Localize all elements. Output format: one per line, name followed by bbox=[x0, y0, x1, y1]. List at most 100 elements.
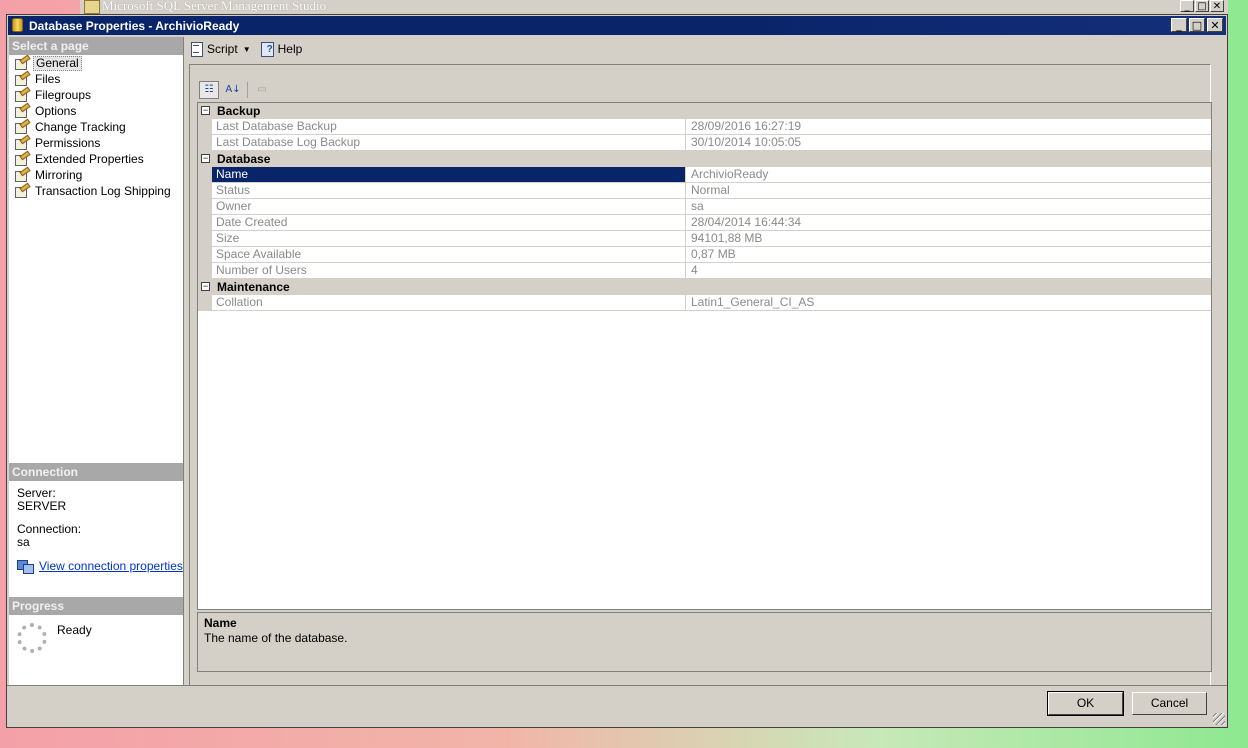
property-row[interactable]: Date Created 28/04/2014 16:44:34 bbox=[198, 215, 1211, 231]
property-value[interactable]: 94101,88 MB bbox=[687, 231, 762, 246]
property-value[interactable]: 0,87 MB bbox=[687, 247, 736, 262]
parent-close-button[interactable]: ✕ bbox=[1210, 0, 1224, 12]
property-name[interactable]: Status bbox=[212, 183, 686, 198]
progress-spinner-icon bbox=[17, 623, 47, 653]
property-row[interactable]: Size 94101,88 MB bbox=[198, 231, 1211, 247]
category-row-backup[interactable]: − Backup bbox=[198, 103, 1211, 119]
category-row-maintenance[interactable]: − Maintenance bbox=[198, 279, 1211, 295]
dialog-titlebar[interactable]: Database Properties - ArchivioReady _ □ … bbox=[8, 16, 1226, 35]
connection-properties-icon bbox=[17, 559, 34, 574]
property-value[interactable]: Normal bbox=[687, 183, 730, 198]
parent-window-titlebar: Microsoft SQL Server Management Studio _… bbox=[80, 0, 1228, 15]
row-gutter bbox=[198, 119, 212, 135]
property-value[interactable]: Latin1_General_CI_AS bbox=[687, 295, 814, 310]
parent-minimize-button[interactable]: _ bbox=[1180, 0, 1194, 12]
collapse-toggle-icon[interactable]: − bbox=[201, 154, 210, 163]
page-icon bbox=[15, 153, 29, 166]
page-item-label: Files bbox=[35, 72, 61, 86]
database-icon bbox=[12, 18, 23, 32]
page-item-label: Change Tracking bbox=[35, 120, 126, 134]
property-value[interactable]: 30/10/2014 10:05:05 bbox=[687, 135, 801, 150]
property-value[interactable]: 4 bbox=[687, 263, 698, 278]
page-item-label: Filegroups bbox=[35, 88, 92, 102]
server-value: SERVER bbox=[17, 499, 67, 513]
property-name[interactable]: Name bbox=[212, 167, 686, 182]
property-row[interactable]: Owner sa bbox=[198, 199, 1211, 215]
page-item-general[interactable]: General bbox=[13, 55, 173, 71]
property-value[interactable]: 28/09/2016 16:27:19 bbox=[687, 119, 801, 134]
page-icon bbox=[15, 121, 29, 134]
categorized-view-icon[interactable]: ☷ bbox=[199, 81, 219, 99]
property-value[interactable]: sa bbox=[687, 199, 704, 214]
page-item-change-tracking[interactable]: Change Tracking bbox=[13, 119, 173, 135]
property-row[interactable]: Name ArchivioReady bbox=[198, 167, 1211, 183]
ok-button[interactable]: OK bbox=[1047, 691, 1124, 716]
property-name[interactable]: Space Available bbox=[212, 247, 686, 262]
page-item-options[interactable]: Options bbox=[13, 103, 173, 119]
property-row[interactable]: Collation Latin1_General_CI_AS bbox=[198, 295, 1211, 311]
minimize-button[interactable]: _ bbox=[1171, 18, 1187, 32]
page-item-label: Permissions bbox=[35, 136, 101, 150]
page-list: General Files Filegroups Options Change Trac… bbox=[13, 55, 173, 199]
alphabetical-sort-icon[interactable]: A↓ bbox=[223, 81, 243, 99]
help-button[interactable]: Help bbox=[258, 39, 306, 59]
property-value[interactable]: ArchivioReady bbox=[687, 167, 768, 182]
row-gutter bbox=[198, 215, 212, 231]
property-name[interactable]: Owner bbox=[212, 199, 686, 214]
parent-window-title: Microsoft SQL Server Management Studio bbox=[102, 0, 327, 13]
page-item-permissions[interactable]: Permissions bbox=[13, 135, 173, 151]
description-title: Name bbox=[204, 616, 237, 630]
property-name[interactable]: Size bbox=[212, 231, 686, 246]
collapse-toggle-icon[interactable]: − bbox=[201, 106, 210, 115]
progress-header: Progress bbox=[9, 597, 183, 615]
page-item-filegroups[interactable]: Filegroups bbox=[13, 87, 173, 103]
dialog-title: Database Properties - ArchivioReady bbox=[29, 19, 240, 33]
property-name[interactable]: Last Database Backup bbox=[212, 119, 686, 134]
property-row[interactable]: Last Database Backup 28/09/2016 16:27:19 bbox=[198, 119, 1211, 135]
property-row[interactable]: Status Normal bbox=[198, 183, 1211, 199]
page-item-transaction-log-shipping[interactable]: Transaction Log Shipping bbox=[13, 183, 173, 199]
parent-maximize-button[interactable]: □ bbox=[1195, 0, 1209, 12]
property-grid: − Backup Last Database Backup 28/09/2016 16… bbox=[197, 102, 1212, 610]
property-row[interactable]: Last Database Log Backup 30/10/2014 10:05… bbox=[198, 135, 1211, 151]
close-button[interactable]: ✕ bbox=[1207, 18, 1223, 32]
page-item-mirroring[interactable]: Mirroring bbox=[13, 167, 173, 183]
description-pane: Name The name of the database. bbox=[197, 612, 1212, 672]
cancel-button[interactable]: Cancel bbox=[1132, 692, 1207, 715]
help-icon bbox=[260, 42, 275, 57]
property-pages-icon[interactable]: ▭ bbox=[252, 81, 272, 99]
category-row-database[interactable]: − Database bbox=[198, 151, 1211, 167]
page-item-extended-properties[interactable]: Extended Properties bbox=[13, 151, 173, 167]
database-properties-dialog: Database Properties - ArchivioReady _ □ … bbox=[6, 14, 1228, 728]
row-gutter bbox=[198, 295, 212, 311]
view-connection-properties-link[interactable]: View connection properties bbox=[39, 559, 183, 573]
property-name[interactable]: Date Created bbox=[212, 215, 686, 230]
row-gutter bbox=[198, 247, 212, 263]
row-gutter bbox=[198, 263, 212, 279]
page-item-files[interactable]: Files bbox=[13, 71, 173, 87]
row-gutter bbox=[198, 183, 212, 199]
property-value[interactable]: 28/04/2014 16:44:34 bbox=[687, 215, 801, 230]
select-page-header: Select a page bbox=[9, 37, 183, 55]
dropdown-arrow-icon[interactable]: ▼ bbox=[243, 45, 251, 54]
progress-status: Ready bbox=[57, 623, 92, 637]
property-row[interactable]: Space Available 0,87 MB bbox=[198, 247, 1211, 263]
connection-value: sa bbox=[17, 535, 30, 549]
page-item-label: Options bbox=[35, 104, 77, 118]
row-gutter bbox=[198, 199, 212, 215]
property-name[interactable]: Collation bbox=[212, 295, 686, 310]
view-connection-properties-row: View connection properties bbox=[17, 559, 183, 574]
property-name[interactable]: Last Database Log Backup bbox=[212, 135, 686, 150]
maximize-button[interactable]: □ bbox=[1189, 18, 1205, 32]
property-row[interactable]: Number of Users 4 bbox=[198, 263, 1211, 279]
description-text: The name of the database. bbox=[204, 631, 348, 645]
page-item-label: Extended Properties bbox=[35, 152, 144, 166]
property-name[interactable]: Number of Users bbox=[212, 263, 686, 278]
row-gutter bbox=[198, 231, 212, 247]
left-panel: Select a page General Files Filegroups Opti… bbox=[9, 37, 184, 685]
resize-grip-icon[interactable] bbox=[1213, 713, 1225, 725]
page-icon bbox=[15, 105, 29, 118]
page-icon bbox=[15, 185, 29, 198]
collapse-toggle-icon[interactable]: − bbox=[201, 282, 210, 291]
script-button[interactable]: Script ▼ bbox=[187, 39, 254, 59]
